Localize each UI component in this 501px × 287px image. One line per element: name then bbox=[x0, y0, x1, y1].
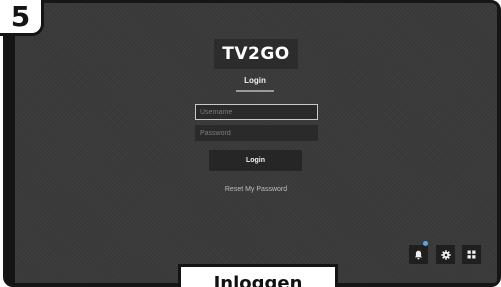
reset-password-link[interactable]: Reset My Password bbox=[205, 186, 307, 198]
apps-button[interactable] bbox=[462, 245, 481, 264]
password-input[interactable] bbox=[195, 125, 318, 141]
grid-icon bbox=[467, 250, 476, 259]
step-caption: Inloggen bbox=[178, 264, 338, 287]
gear-icon bbox=[440, 249, 451, 260]
step-caption-text: Inloggen bbox=[213, 273, 303, 287]
step-number-badge: 5 bbox=[0, 0, 44, 36]
notification-dot bbox=[423, 241, 428, 246]
settings-button[interactable] bbox=[436, 245, 455, 264]
username-input[interactable] bbox=[195, 104, 318, 120]
login-button[interactable]: Login bbox=[209, 150, 302, 171]
bell-icon bbox=[414, 250, 423, 259]
notifications-button[interactable] bbox=[409, 245, 428, 264]
app-logo: TV2GO bbox=[214, 39, 298, 69]
tab-active-indicator bbox=[236, 90, 274, 92]
